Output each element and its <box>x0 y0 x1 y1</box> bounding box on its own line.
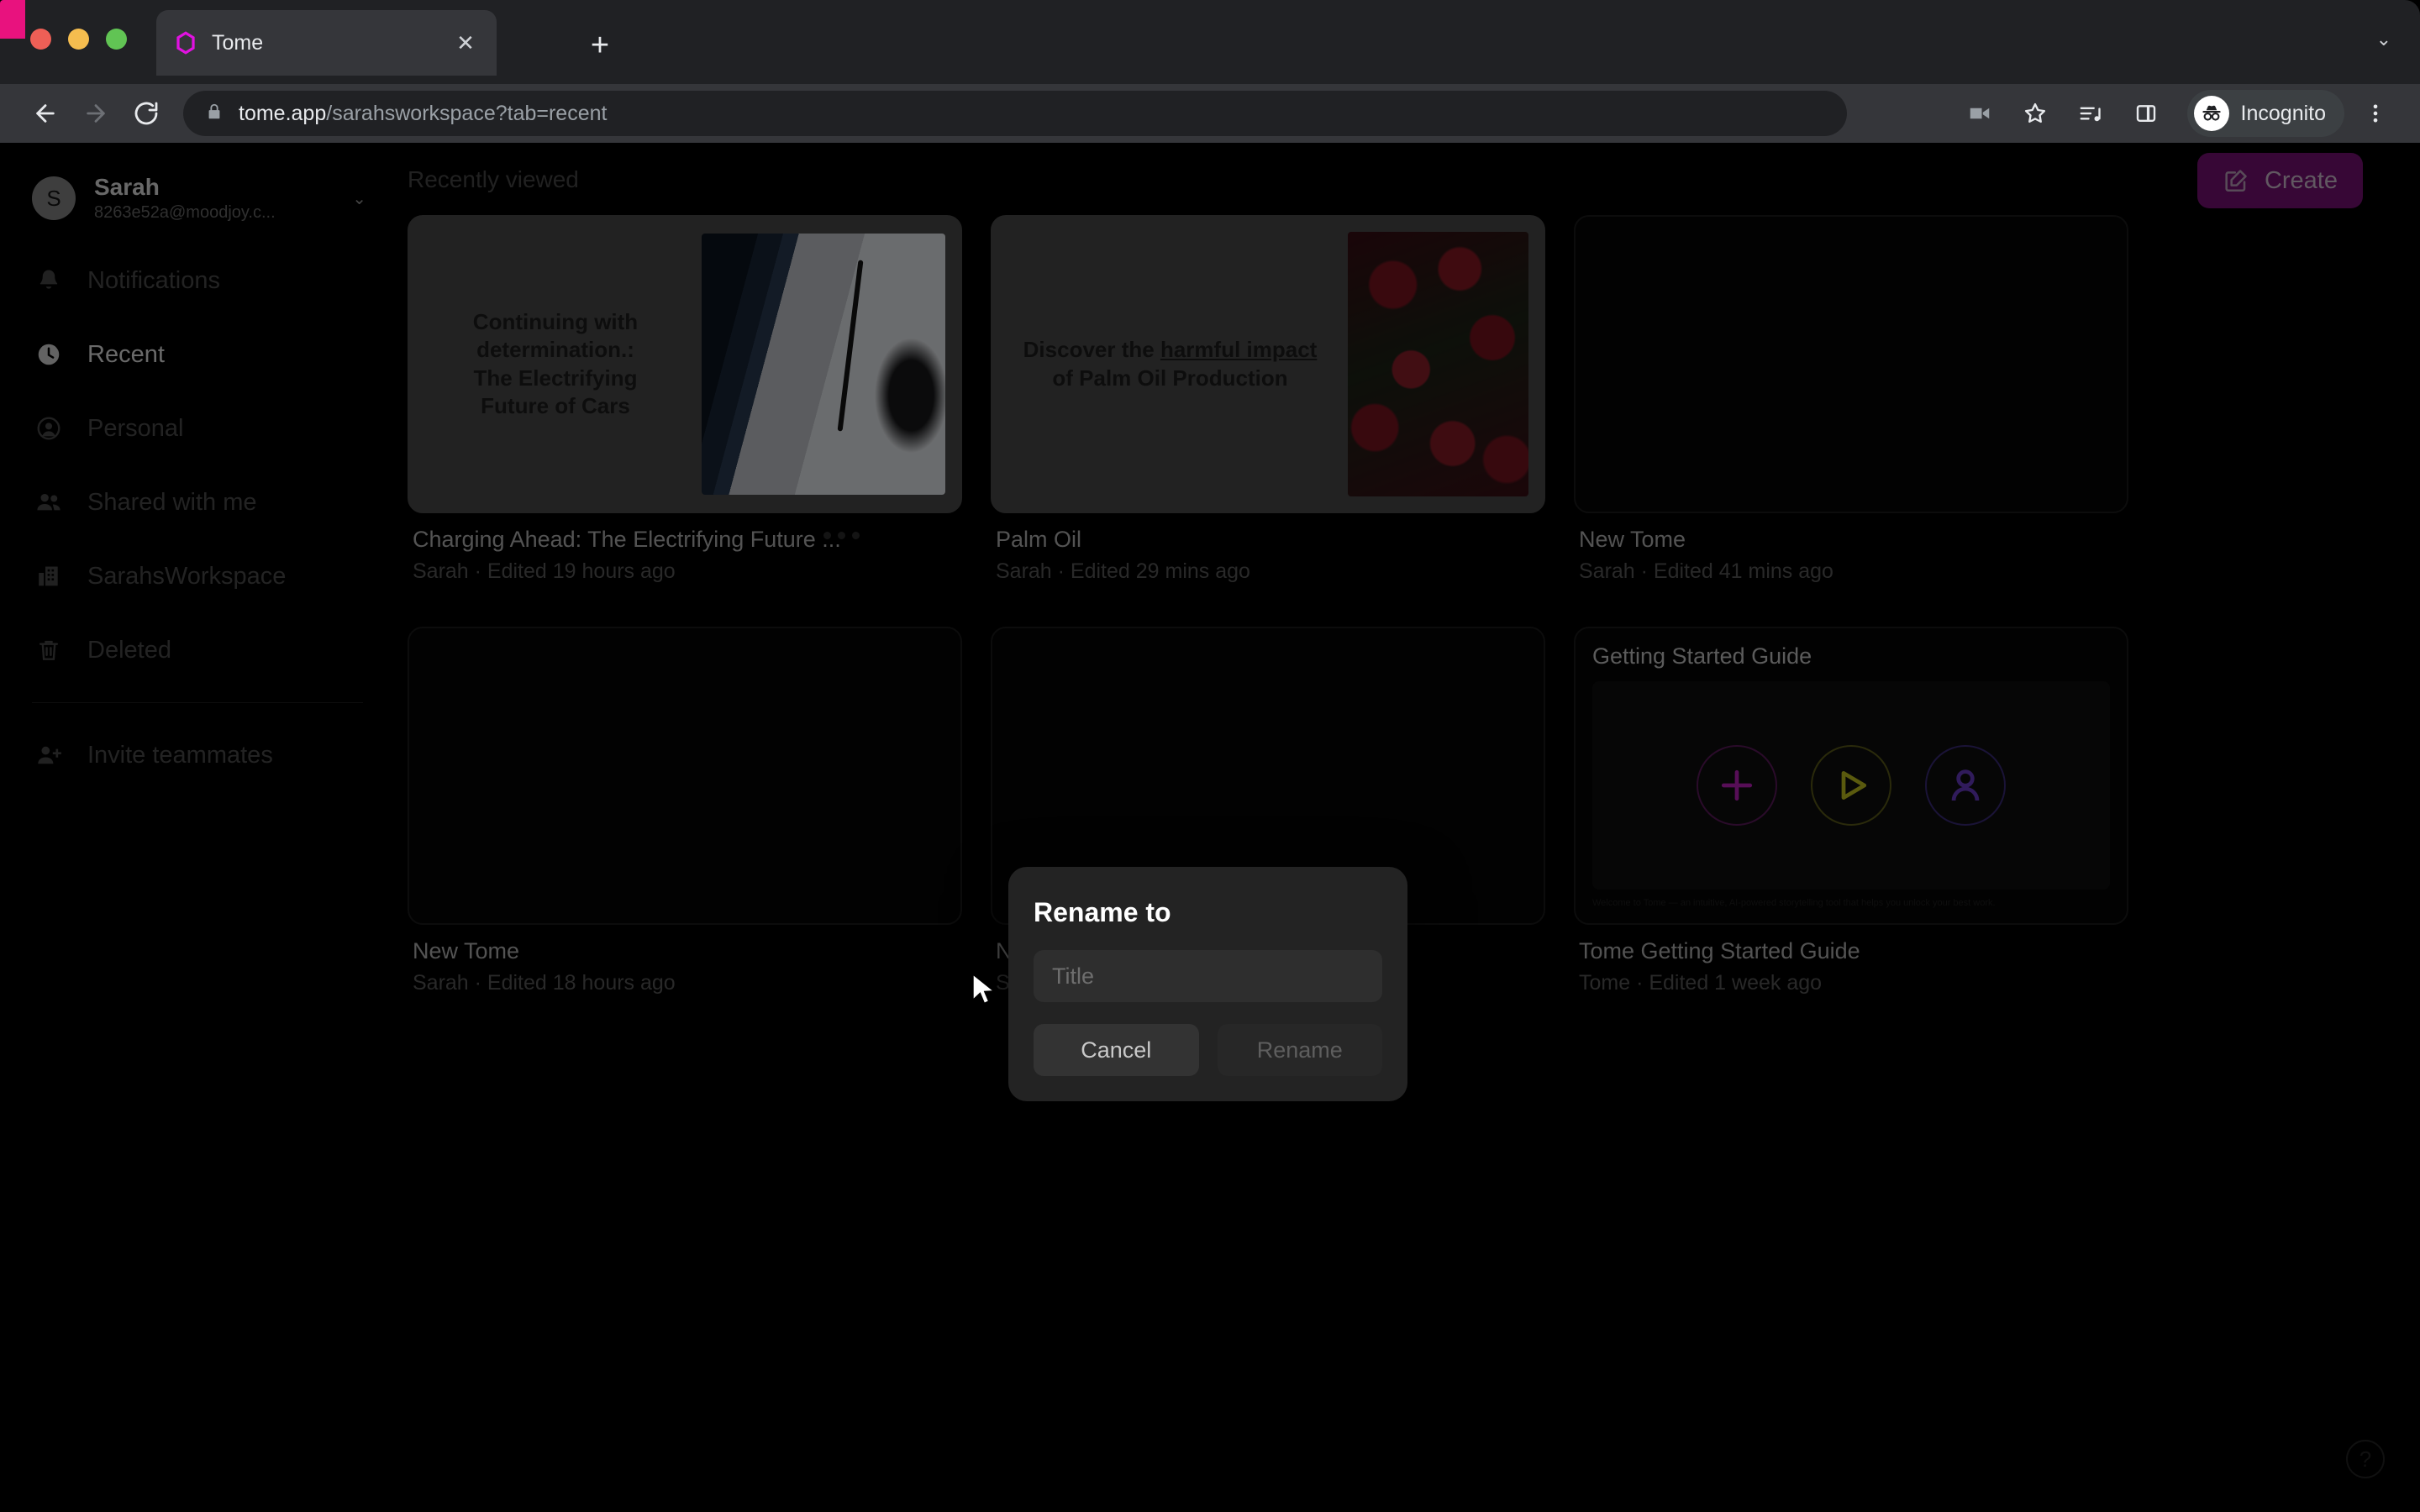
forward-arrow-icon[interactable] <box>71 88 121 139</box>
maximize-window-button[interactable] <box>106 29 127 50</box>
url-path: /sarahsworkspace?tab=recent <box>326 101 608 125</box>
side-panel-icon[interactable] <box>2122 89 2170 138</box>
camera-icon[interactable] <box>1955 89 2004 138</box>
chevron-down-icon[interactable]: ⌄ <box>2376 29 2391 50</box>
tome-logo-icon <box>173 30 198 55</box>
tome-app: S Sarah 8263e52a@moodjoy.c... ⌄ Notifica… <box>0 143 2420 1512</box>
back-arrow-icon[interactable] <box>20 88 71 139</box>
browser-tab[interactable]: Tome ✕ <box>156 10 497 76</box>
tab-strip: Tome ✕ + ⌄ <box>0 0 2420 84</box>
browser-toolbar: tome.app/sarahsworkspace?tab=recent Inco… <box>0 84 2420 143</box>
three-dot-menu-icon[interactable] <box>2351 89 2400 138</box>
tab-title: Tome <box>212 30 264 55</box>
close-window-button[interactable] <box>30 29 51 50</box>
dialog-title: Rename to <box>1034 897 1171 927</box>
reload-icon[interactable] <box>121 88 171 139</box>
brand-edge-accent <box>0 0 25 39</box>
lock-icon <box>205 102 224 125</box>
address-bar[interactable]: tome.app/sarahsworkspace?tab=recent <box>183 91 1847 136</box>
browser-window: Tome ✕ + ⌄ tome.app/sarahsworkspace?tab=… <box>0 0 2420 1512</box>
url-host: tome.app <box>239 101 327 125</box>
close-icon[interactable]: ✕ <box>451 29 480 57</box>
rename-button[interactable]: Rename <box>1217 1024 1382 1076</box>
cancel-button[interactable]: Cancel <box>1034 1024 1199 1076</box>
minimize-window-button[interactable] <box>68 29 89 50</box>
profile-label: Incognito <box>2240 101 2326 125</box>
toolbar-actions: Incognito <box>1955 89 2400 138</box>
dialog-actions: Cancel Rename <box>1034 1024 1382 1076</box>
media-list-icon[interactable] <box>2066 89 2115 138</box>
url-text: tome.app/sarahsworkspace?tab=recent <box>239 102 607 126</box>
new-tab-button[interactable]: + <box>580 25 620 66</box>
window-controls <box>30 29 127 50</box>
incognito-icon <box>2193 96 2229 131</box>
bookmark-star-icon[interactable] <box>2011 89 2060 138</box>
modal-overlay[interactable] <box>0 143 2420 1512</box>
rename-input[interactable] <box>1034 950 1382 1002</box>
rename-dialog: Rename to Cancel Rename <box>1008 867 1407 1101</box>
profile-chip[interactable]: Incognito <box>2186 90 2344 137</box>
